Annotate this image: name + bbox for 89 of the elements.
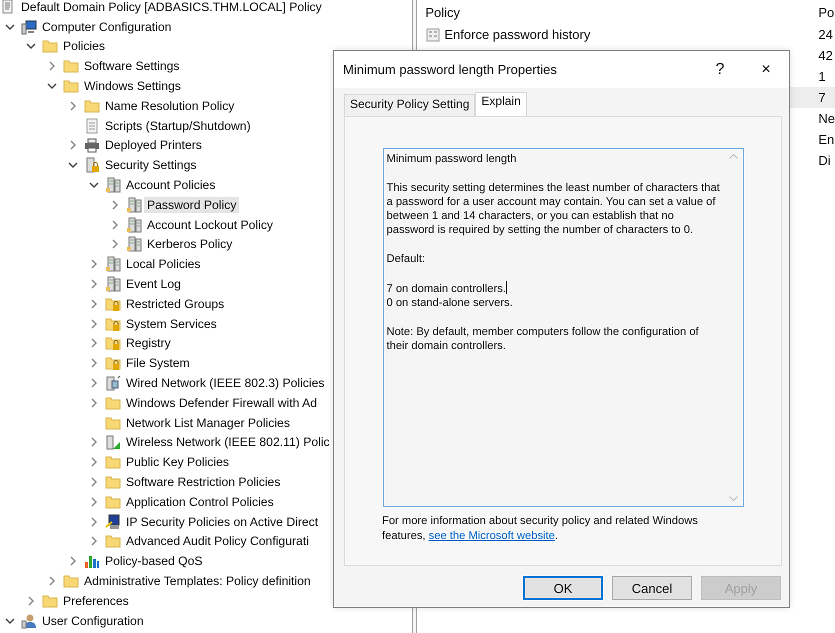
tree-item[interactable]: Wireless Network (IEEE 802.11) Polic: [123, 434, 333, 450]
folder-icon: [105, 474, 121, 490]
tree-item[interactable]: Advanced Audit Policy Configurati: [123, 533, 312, 550]
tree-item[interactable]: Software Settings: [81, 58, 183, 74]
tree-item[interactable]: Event Log: [123, 276, 184, 292]
server-lock-icon: [84, 157, 100, 174]
tree-item[interactable]: System Services: [123, 316, 220, 332]
tab[interactable]: Security Policy Setting: [344, 94, 476, 116]
tree-item[interactable]: Name Resolution Policy: [102, 98, 238, 114]
dialog-button[interactable]: Cancel: [612, 576, 692, 600]
tree-item[interactable]: Kerberos Policy: [144, 236, 236, 252]
table-cell-text: 42: [817, 48, 834, 63]
network-icon: [105, 375, 121, 392]
info-text: For more information about security policy and related Windows features, see the Microsoft website.: [382, 514, 699, 543]
explain-text: Note: By default, member computers follow the configuration of their domain controllers.: [386, 326, 699, 352]
tree-item[interactable]: Windows Defender Firewall with Ad: [123, 394, 320, 411]
tree-item[interactable]: Scripts (Startup/Shutdown): [102, 118, 254, 134]
tree-item[interactable]: Account Lockout Policy: [144, 216, 276, 233]
tab[interactable]: Explain: [475, 92, 527, 116]
folder-icon: [105, 454, 121, 470]
help-button[interactable]: ?: [697, 60, 743, 78]
server-icon: [126, 216, 142, 233]
tree-item[interactable]: IP Security Policies on Active Direct: [123, 514, 322, 530]
user-icon: [21, 612, 37, 629]
dialog-title: Minimum password length Properties: [343, 62, 558, 77]
server-icon: [105, 276, 121, 292]
wireless-icon: [105, 434, 121, 450]
table-cell-text: 7: [817, 90, 827, 105]
script-icon: [84, 118, 100, 134]
tree-item[interactable]: Policies: [60, 38, 108, 54]
folder-lock-icon: [105, 316, 121, 332]
explain-text: Minimum password length: [386, 153, 516, 165]
table-cell-text: En: [817, 132, 835, 147]
list-row[interactable]: Enforce password history 24: [417, 24, 835, 45]
policy-icon: [425, 26, 442, 42]
explain-text: This security setting determines the least number of characters that a password for a user account may contain. You can set a value of between 1 and 14 characters, or you can establish that no password is required by setting the number of characters to 0.: [386, 182, 720, 236]
tree-item[interactable]: File System: [123, 355, 193, 372]
tree-item[interactable]: Account Policies: [123, 177, 218, 194]
server-icon: [126, 196, 142, 213]
server-icon: [105, 177, 121, 194]
folder-lock-icon: [105, 296, 121, 312]
tree-item[interactable]: Local Policies: [123, 256, 204, 272]
tree-item[interactable]: Administrative Templates: Policy definition: [81, 573, 314, 589]
tree-item[interactable]: Application Control Policies: [123, 494, 277, 510]
folder-lock-icon: [105, 335, 121, 352]
key-monitor-icon: [105, 514, 121, 530]
folder-icon: [105, 414, 121, 431]
tree-item[interactable]: Default Domain Policy [ADBASICS.THM.LOCAL] Policy: [18, 0, 325, 15]
explain-text: 0 on stand-alone servers.: [386, 296, 513, 309]
folder-icon: [42, 592, 58, 609]
folder-icon: [105, 533, 121, 550]
website-link[interactable]: see the Microsoft website: [428, 530, 555, 542]
tree-item[interactable]: Computer Configuration: [39, 18, 174, 35]
folder-lock-icon: [105, 355, 121, 372]
table-cell-text: 24: [817, 27, 834, 42]
tree-item[interactable]: Preferences: [60, 592, 132, 609]
tree-item[interactable]: User Configuration: [39, 612, 147, 629]
tree-item[interactable]: Deployed Printers: [102, 137, 205, 154]
column-header[interactable]: Policy: [425, 5, 806, 20]
server-icon: [105, 256, 121, 272]
computer-icon: [21, 18, 37, 35]
folder-icon: [42, 38, 58, 54]
table-cell: Enforce password history: [444, 27, 590, 42]
tree-item[interactable]: Restricted Groups: [123, 296, 228, 312]
tree-item[interactable]: Password Policy: [144, 196, 240, 213]
tree-item[interactable]: Network List Manager Policies: [123, 414, 293, 431]
tree-item[interactable]: Wired Network (IEEE 802.3) Policies: [123, 375, 328, 392]
text-cursor: [506, 280, 507, 294]
printer-icon: [84, 137, 100, 154]
tree-item[interactable]: Windows Settings: [81, 78, 184, 94]
bar-chart-icon: [84, 553, 100, 570]
dialog-button[interactable]: OK: [523, 576, 603, 600]
tree-item[interactable]: Policy-based QoS: [102, 553, 206, 570]
tree-item[interactable]: Software Restriction Policies: [123, 474, 284, 490]
folder-icon: [84, 98, 100, 114]
folder-icon: [63, 58, 79, 74]
explain-text: 7 on domain controllers.: [386, 282, 506, 295]
folder-icon: [105, 394, 121, 411]
close-button[interactable]: ×: [743, 60, 789, 78]
folder-icon: [63, 573, 79, 589]
tree-item[interactable]: Security Settings: [102, 157, 200, 174]
table-cell-text: Ne: [817, 111, 835, 126]
tree-item[interactable]: Registry: [123, 335, 174, 352]
explain-text: Default:: [386, 253, 426, 266]
column-header[interactable]: Po: [805, 5, 835, 20]
server-icon: [126, 236, 142, 252]
folder-icon: [105, 494, 121, 510]
tree-item[interactable]: Public Key Policies: [123, 454, 232, 470]
folder-icon: [63, 78, 79, 94]
